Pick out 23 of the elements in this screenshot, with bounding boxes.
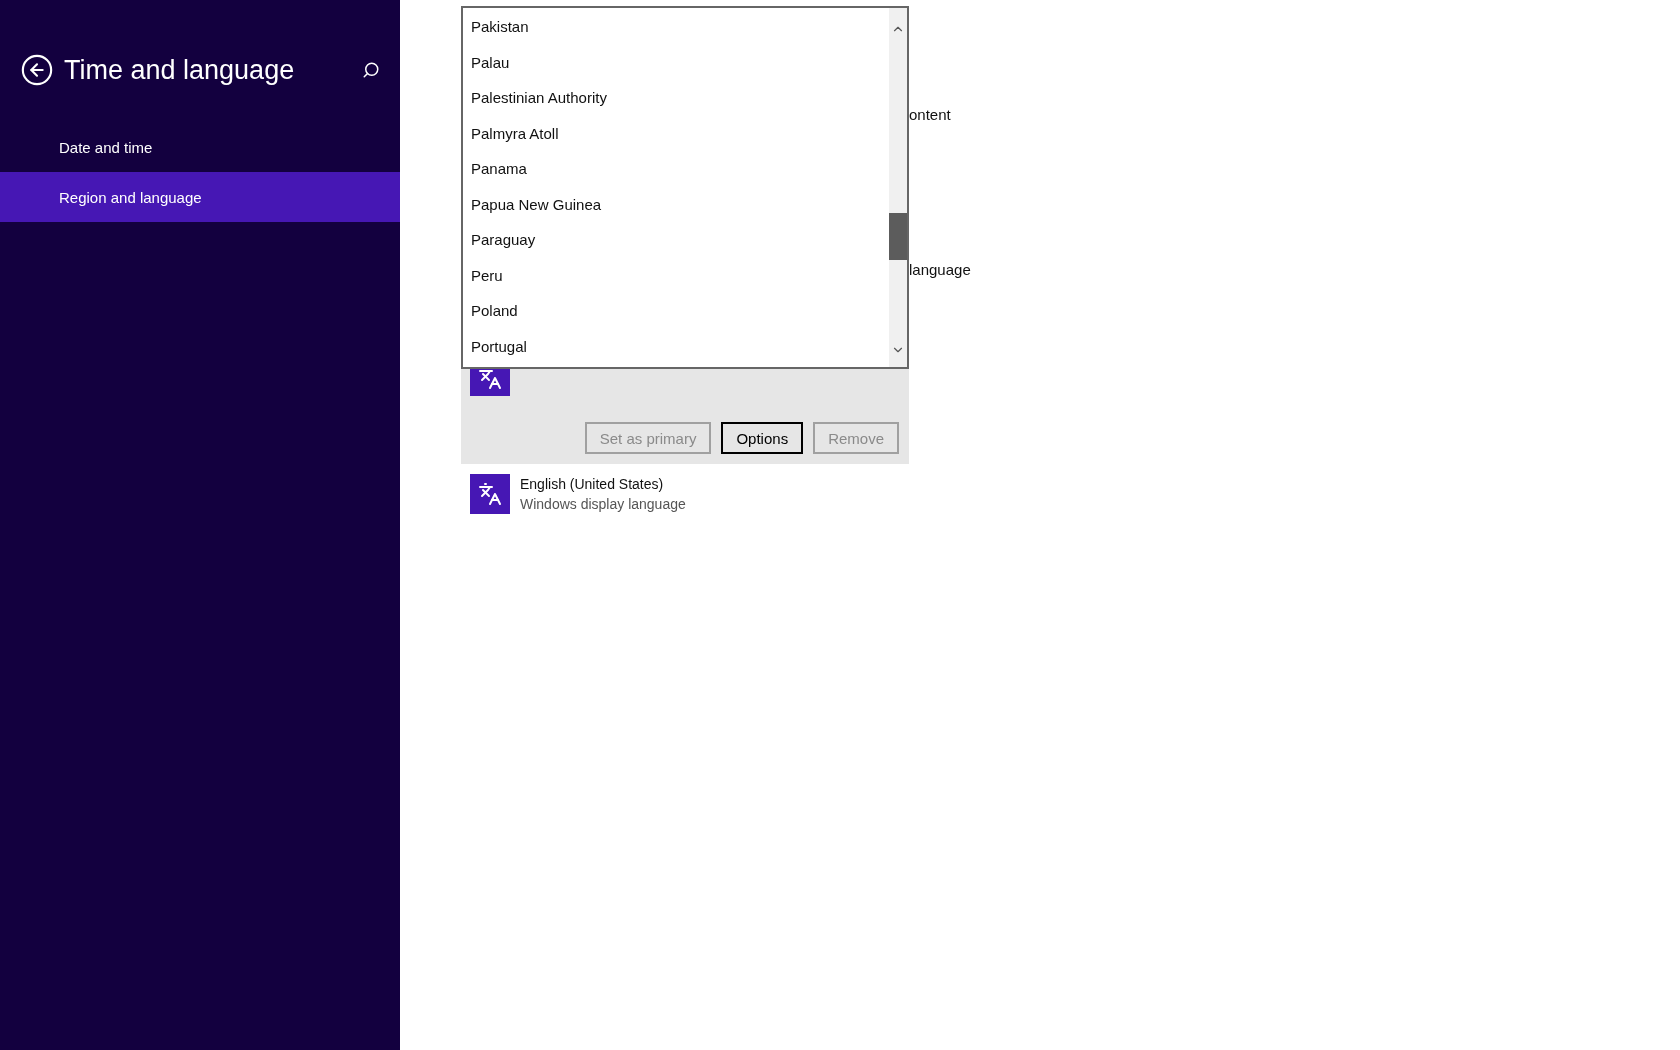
country-option[interactable]: Peru xyxy=(463,257,889,293)
country-option[interactable]: Palestinian Authority xyxy=(463,80,889,116)
country-dropdown-list[interactable]: Pakistan Palau Palestinian Authority Palmyra Atoll Panama Papua New Guinea Paraguay Peru Poland Portugal xyxy=(461,6,909,369)
setting-text: ontent xyxy=(909,105,951,125)
country-option[interactable]: Pakistan xyxy=(463,9,889,45)
nav-item[interactable]: Date and time xyxy=(0,122,400,172)
language-name[interactable]: English (United States) xyxy=(520,474,686,494)
country-option[interactable]: Palau xyxy=(463,44,889,80)
setting-text: language xyxy=(909,260,971,280)
country-option[interactable]: Papua New Guinea xyxy=(463,186,889,222)
search-icon[interactable] xyxy=(362,61,380,79)
back-icon[interactable] xyxy=(20,53,54,87)
country-option[interactable]: Panama xyxy=(463,151,889,187)
country-option[interactable]: Paraguay xyxy=(463,222,889,258)
nav-item[interactable]: Region and language xyxy=(0,172,400,222)
language-icon xyxy=(470,474,510,514)
language-detail: Windows display language xyxy=(520,495,686,514)
scrollbar[interactable] xyxy=(889,8,907,367)
page-title: Time and language xyxy=(64,54,296,86)
language-button[interactable]: Options xyxy=(721,422,804,454)
country-option[interactable]: Poland xyxy=(463,293,889,329)
country-option[interactable]: Palmyra Atoll xyxy=(463,115,889,151)
scroll-thumb[interactable] xyxy=(889,213,907,260)
